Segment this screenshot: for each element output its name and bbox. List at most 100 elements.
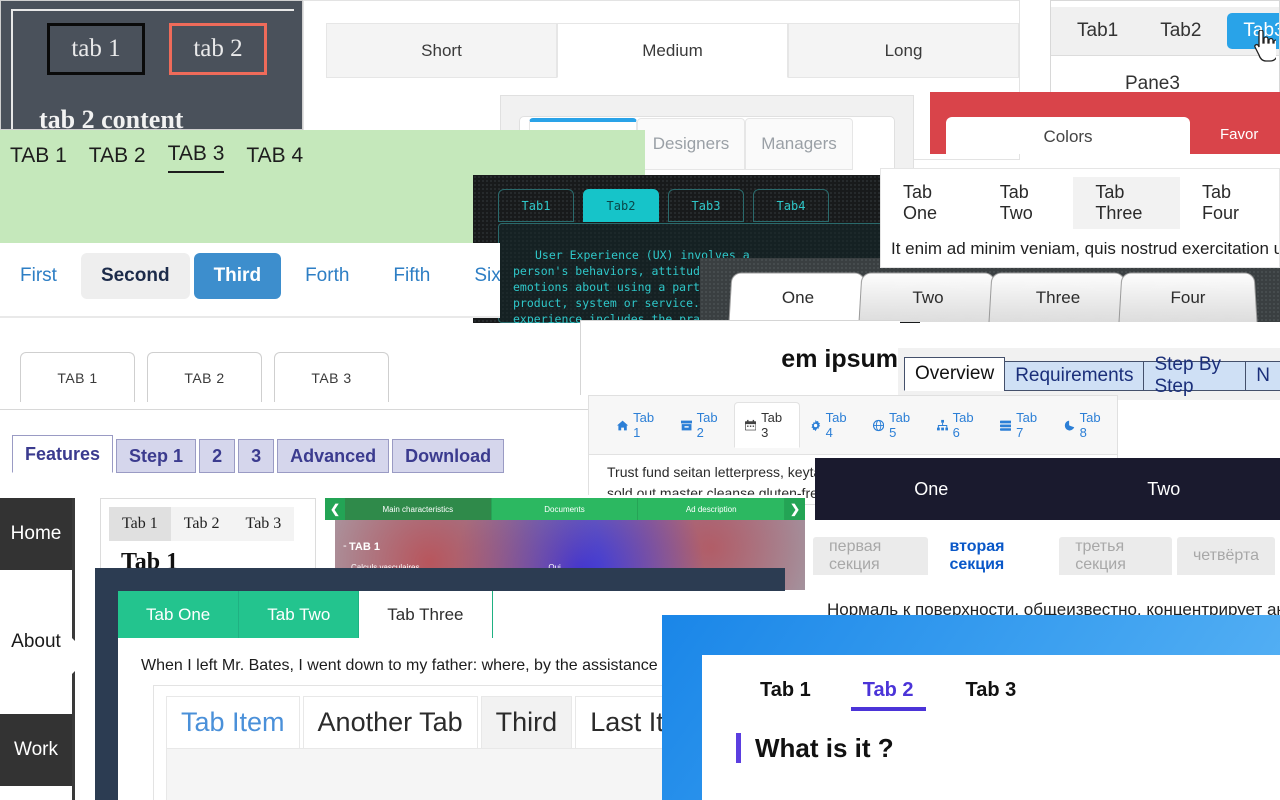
- tab-green-4[interactable]: TAB 4: [246, 144, 303, 173]
- tab-blue-2[interactable]: Tab 2: [837, 665, 940, 715]
- nav-forth[interactable]: Forth: [285, 253, 369, 299]
- tab-icon-5[interactable]: Tab 5: [863, 404, 927, 446]
- tab-navy-two[interactable]: Two: [1048, 458, 1280, 520]
- tab-navy-one[interactable]: One: [815, 458, 1048, 520]
- nav-fifth[interactable]: Fifth: [373, 253, 450, 299]
- tab-overview[interactable]: Overview: [904, 357, 1006, 391]
- serif-tablist: Tab 1 Tab 2 Tab 3: [109, 507, 295, 541]
- sidebar-active-pointer-icon: [72, 638, 75, 674]
- classic-tabs-panel: Overview Requirements Step By Step N: [898, 348, 1280, 400]
- tab-serif-1[interactable]: Tab 1: [109, 507, 171, 541]
- sidebar-item-work[interactable]: Work: [0, 714, 72, 786]
- tab-rounded-1[interactable]: TAB 1: [20, 352, 135, 402]
- nav-third[interactable]: Third: [193, 253, 282, 299]
- tab-icon-8[interactable]: Tab 8: [1054, 404, 1118, 446]
- carousel-prev-chevron-left-icon[interactable]: ❮: [325, 498, 345, 520]
- tab-favorites[interactable]: Favor: [1220, 126, 1258, 143]
- nav-first[interactable]: First: [0, 253, 77, 299]
- tab-advanced[interactable]: Advanced: [277, 439, 390, 473]
- tab-colors[interactable]: Colors: [946, 117, 1190, 154]
- sidebar-item-about[interactable]: About: [0, 606, 72, 678]
- tab-main-characteristics[interactable]: Main characteristics: [345, 498, 492, 520]
- tab-icon-1[interactable]: Tab 1: [607, 404, 671, 446]
- vertical-sidebar: Home About Work: [0, 498, 75, 800]
- tab-plain-three[interactable]: Tab Three: [1073, 177, 1180, 229]
- tab-tab2[interactable]: Tab2: [1144, 13, 1217, 49]
- tab-documents[interactable]: Documents: [491, 498, 639, 520]
- tab-medium[interactable]: Medium: [557, 23, 788, 78]
- tab-download[interactable]: Download: [392, 439, 505, 473]
- tab-tab3[interactable]: Tab3: [1227, 13, 1279, 49]
- tab-icon-4-label: Tab 4: [825, 410, 847, 440]
- tab-big-two[interactable]: Tab Two: [239, 591, 360, 638]
- tab-next[interactable]: N: [1245, 361, 1280, 391]
- tab-managers[interactable]: Managers: [745, 118, 853, 170]
- tab-features[interactable]: Features: [12, 435, 114, 473]
- tab-big-three[interactable]: Tab Three: [359, 591, 493, 638]
- carousel-next-chevron-right-icon[interactable]: ❯: [785, 498, 805, 520]
- tab-green-3[interactable]: TAB 3: [167, 142, 225, 173]
- tab-russian-4[interactable]: четвёрта: [1176, 537, 1275, 575]
- tab-icon-4[interactable]: Tab 4: [800, 404, 864, 446]
- tab-item[interactable]: Tab Item: [166, 696, 300, 748]
- tab-third[interactable]: Third: [480, 696, 573, 748]
- tab-russian-2[interactable]: вторая секция: [933, 537, 1055, 575]
- tab-cyan-2[interactable]: Tab2: [583, 189, 659, 222]
- tab-icon-8-label: Tab 8: [1079, 410, 1101, 440]
- tab-russian-3[interactable]: третья секция: [1059, 537, 1172, 575]
- tab-green-2[interactable]: TAB 2: [89, 144, 146, 173]
- tab-step-by-step[interactable]: Step By Step: [1143, 354, 1247, 397]
- tab-long[interactable]: Long: [788, 23, 1019, 78]
- tab-rounded-2[interactable]: TAB 2: [147, 352, 262, 402]
- tab-icon-1-label: Tab 1: [633, 410, 655, 440]
- tab-dark-serif-2[interactable]: tab 2: [169, 23, 267, 75]
- tab-cyan-3[interactable]: Tab3: [668, 189, 744, 222]
- globe-icon: [873, 419, 885, 431]
- lorem-heading: em ipsum: [781, 345, 898, 373]
- tab-step-2[interactable]: 2: [199, 439, 236, 473]
- tab-serif-3[interactable]: Tab 3: [233, 507, 295, 541]
- tab-skeu-four[interactable]: Four: [1118, 272, 1258, 322]
- sidebar-item-home[interactable]: Home: [0, 498, 72, 570]
- tab-icon-5-label: Tab 5: [889, 410, 911, 440]
- dark-serif-tabs-panel: tab 1 tab 2 tab 2 content: [0, 0, 303, 130]
- tab-skeu-two[interactable]: Two: [858, 272, 998, 322]
- tab-cyan-1[interactable]: Tab1: [498, 189, 574, 222]
- red-tabs-panel: Colors Favor: [930, 92, 1280, 154]
- tab-dark-serif-1[interactable]: tab 1: [47, 23, 145, 75]
- russian-tablist: первая секция вторая секция третья секци…: [813, 537, 1280, 575]
- tab-rounded-3[interactable]: TAB 3: [274, 352, 389, 402]
- tab-tab1[interactable]: Tab1: [1061, 13, 1134, 49]
- tab-icon-7[interactable]: Tab 7: [990, 404, 1054, 446]
- carousel-bullet-icon: -: [343, 540, 347, 552]
- tab-another[interactable]: Another Tab: [302, 696, 478, 748]
- tab-requirements[interactable]: Requirements: [1004, 361, 1145, 391]
- tab-cyan-4[interactable]: Tab4: [753, 189, 829, 222]
- tab-blue-3[interactable]: Tab 3: [940, 665, 1043, 715]
- skeuomorphic-tablist: One Two Three Four: [728, 272, 1258, 322]
- tab-short[interactable]: Short: [326, 23, 557, 78]
- tab-icon-2[interactable]: Tab 2: [671, 404, 735, 446]
- big-green-tablist: Tab One Tab Two Tab Three: [118, 591, 493, 638]
- pill-nav-panel: First Second Third Forth Fifth Sixth: [0, 243, 500, 318]
- tab-plain-two[interactable]: Tab Two: [978, 177, 1074, 229]
- tab-skeu-three[interactable]: Three: [988, 272, 1128, 322]
- nav-sixth[interactable]: Sixth: [454, 253, 500, 299]
- blue-card-heading: What is it ?: [736, 733, 894, 763]
- tab-big-one[interactable]: Tab One: [118, 591, 240, 638]
- tab-blue-1[interactable]: Tab 1: [734, 665, 837, 715]
- tab-step-3[interactable]: 3: [238, 439, 275, 473]
- carousel-content-heading: TAB 1: [349, 541, 380, 553]
- tab-step-1[interactable]: Step 1: [116, 439, 197, 473]
- tab-icon-6[interactable]: Tab 6: [927, 404, 991, 446]
- tab-ad-description[interactable]: Ad description: [638, 498, 786, 520]
- tab-russian-1[interactable]: первая секция: [813, 537, 929, 575]
- nav-second[interactable]: Second: [80, 253, 190, 299]
- tab-designers[interactable]: Designers: [637, 118, 745, 170]
- tab-serif-2[interactable]: Tab 2: [171, 507, 233, 541]
- tab-skeu-one[interactable]: One: [728, 272, 868, 322]
- tab-plain-four[interactable]: Tab Four: [1180, 177, 1279, 229]
- tab-green-1[interactable]: TAB 1: [10, 144, 67, 173]
- tab-icon-3[interactable]: Tab 3: [734, 402, 800, 448]
- tab-plain-one[interactable]: Tab One: [881, 177, 978, 229]
